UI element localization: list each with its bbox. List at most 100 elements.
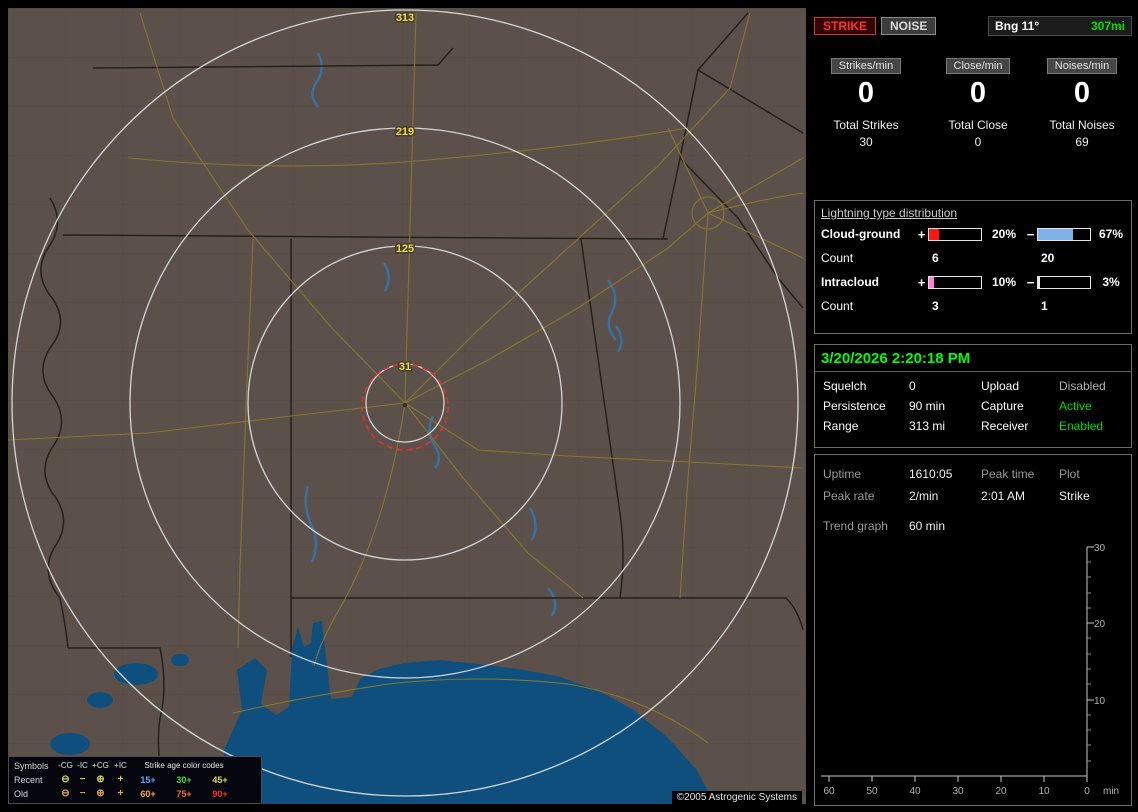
copyright-credit: ©2005 Astrogenic Systems	[671, 791, 802, 804]
upload-label: Upload	[981, 379, 1020, 393]
peak-rate-value: 2/min	[909, 489, 939, 503]
bearing-value: Bng 11°	[995, 19, 1040, 33]
range-ring-label: 31	[399, 361, 411, 373]
persistence-value: 90 min	[909, 399, 946, 413]
age-code-45: 45+	[212, 775, 228, 785]
legend-col-neg-cg: -CG	[58, 761, 73, 770]
strikes-per-min-column: Strikes/min 0 Total Strikes 30	[814, 56, 918, 149]
y-tick-label: 10	[1094, 696, 1106, 707]
x-unit-label: min	[1103, 786, 1119, 797]
strikes-per-min-value: 0	[857, 77, 875, 109]
lightning-type-distribution-panel: Lightning type distribution Cloud-ground…	[814, 200, 1132, 334]
stormvue-window: 313 219 125 31 Symbols -CG -IC +CG +IC S…	[0, 0, 1138, 812]
upload-status: Disabled	[1059, 379, 1106, 393]
total-strikes-label: Total Strikes	[833, 118, 899, 132]
sidebar: STRIKE NOISE Bng 11° 307mi Strikes/min 0…	[814, 8, 1134, 806]
legend-col-pos-cg: +CG	[92, 761, 109, 770]
peak-time-value: 2:01 AM	[981, 489, 1026, 503]
distribution-title: Lightning type distribution	[821, 206, 958, 220]
status-row: Persistence 90 min Capture Active	[815, 396, 1131, 416]
trend-graph-label: Trend graph	[823, 519, 888, 533]
trend-graph-row: Trend graph 60 min	[815, 515, 1131, 537]
range-ring-label: 125	[396, 243, 414, 255]
legend-row-old-label: Old	[14, 789, 29, 799]
age-code-30: 30+	[176, 775, 192, 785]
total-strikes-value: 30	[859, 135, 873, 149]
plot-label: Plot	[1059, 467, 1080, 481]
x-tick-label: 40	[909, 786, 921, 797]
receiver-status: Enabled	[1059, 419, 1104, 433]
intracloud-row: Intracloud + 10% − 3%	[815, 270, 1131, 294]
symbol-legend: Symbols -CG -IC +CG +IC Strike age color…	[8, 756, 262, 804]
ic-negative-count: 1	[1041, 299, 1048, 313]
cg-positive-count: 6	[932, 251, 939, 265]
plot-value: Strike	[1059, 489, 1090, 503]
x-tick-label: 0	[1084, 786, 1090, 797]
pos-cg-recent-icon: ⊕	[96, 774, 105, 785]
squelch-label: Squelch	[823, 379, 867, 393]
age-code-90: 90+	[212, 789, 228, 799]
last-strike-distance: 307mi	[1090, 19, 1125, 33]
pos-cg-old-icon: ⊕	[96, 788, 105, 799]
neg-ic-old-icon: −	[79, 788, 86, 799]
chart-axes	[821, 546, 1094, 782]
status-row: Squelch 0 Upload Disabled	[815, 376, 1131, 396]
noise-toggle-button[interactable]: NOISE	[881, 17, 937, 35]
receiver-label: Receiver	[981, 419, 1029, 433]
minus-sign: −	[1026, 274, 1035, 290]
close-per-min-header: Close/min	[945, 58, 1011, 74]
peak-time-label: Peak time	[981, 467, 1035, 481]
lightning-map[interactable]: 313 219 125 31 Symbols -CG -IC +CG +IC S…	[8, 8, 806, 804]
total-noises-label: Total Noises	[1049, 118, 1115, 132]
age-code-15: 15+	[140, 775, 156, 785]
trend-chart: 30 20 10 60 50 40 30 20 10 0 min	[815, 539, 1131, 801]
cloud-ground-count-row: Count 6 20	[815, 246, 1131, 270]
noises-per-min-column: Noises/min 0 Total Noises 69	[1030, 56, 1134, 149]
cg-negative-bar	[1037, 227, 1091, 241]
count-label: Count	[821, 251, 854, 265]
range-label: Range	[823, 419, 859, 433]
age-code-60: 60+	[140, 789, 156, 799]
cg-positive-percent: 20%	[991, 227, 1017, 241]
total-close-label: Total Close	[948, 118, 1008, 132]
capture-label: Capture	[981, 399, 1024, 413]
trend-panel: Uptime 1610:05 Peak time Plot Peak rate …	[814, 454, 1132, 806]
minus-sign: −	[1026, 226, 1035, 242]
legend-symbols-header: Symbols	[14, 761, 49, 771]
chart-x-labels: 60 50 40 30 20 10 0 min	[823, 786, 1119, 797]
strikes-per-min-header: Strikes/min	[830, 58, 902, 74]
strike-toggle-button[interactable]: STRIKE	[814, 17, 877, 35]
bearing-display: Bng 11° 307mi	[988, 16, 1132, 36]
cloud-ground-label: Cloud-ground	[821, 227, 901, 241]
status-panel: 3/20/2026 2:20:18 PM Squelch 0 Upload Di…	[814, 344, 1132, 448]
x-tick-label: 60	[823, 786, 835, 797]
uptime-label: Uptime	[823, 467, 862, 481]
y-tick-label: 20	[1094, 619, 1106, 630]
capture-status: Active	[1059, 399, 1092, 413]
top-toolbar: STRIKE NOISE Bng 11° 307mi	[814, 14, 1132, 38]
y-tick-label: 30	[1094, 543, 1106, 554]
peak-rate-label: Peak rate	[823, 489, 875, 503]
trend-values-row: Peak rate 2/min 2:01 AM Strike	[815, 485, 1131, 507]
ic-positive-percent: 10%	[991, 275, 1017, 289]
map-canvas[interactable]: 313 219 125 31	[8, 8, 806, 804]
legend-col-pos-ic: +IC	[114, 761, 127, 770]
trend-graph-window: 60 min	[909, 519, 946, 533]
intracloud-count-row: Count 3 1	[815, 294, 1131, 318]
cg-negative-percent: 67%	[1098, 227, 1124, 241]
noises-per-min-header: Noises/min	[1046, 58, 1118, 74]
neg-cg-recent-icon: ⊖	[61, 774, 70, 785]
range-ring-label: 219	[396, 126, 414, 138]
range-value: 313 mi	[909, 419, 946, 433]
noises-per-min-value: 0	[1073, 77, 1091, 109]
cloud-ground-row: Cloud-ground + 20% − 67%	[815, 222, 1131, 246]
uptime-value: 1610:05	[909, 467, 953, 481]
status-row: Range 313 mi Receiver Enabled	[815, 416, 1131, 436]
pos-ic-old-icon: +	[117, 788, 124, 799]
plus-sign: +	[917, 274, 926, 290]
close-per-min-value: 0	[969, 77, 987, 109]
trend-header-row: Uptime 1610:05 Peak time Plot	[815, 463, 1131, 485]
neg-cg-old-icon: ⊖	[61, 788, 70, 799]
plus-sign: +	[917, 226, 926, 242]
x-tick-label: 10	[1038, 786, 1050, 797]
